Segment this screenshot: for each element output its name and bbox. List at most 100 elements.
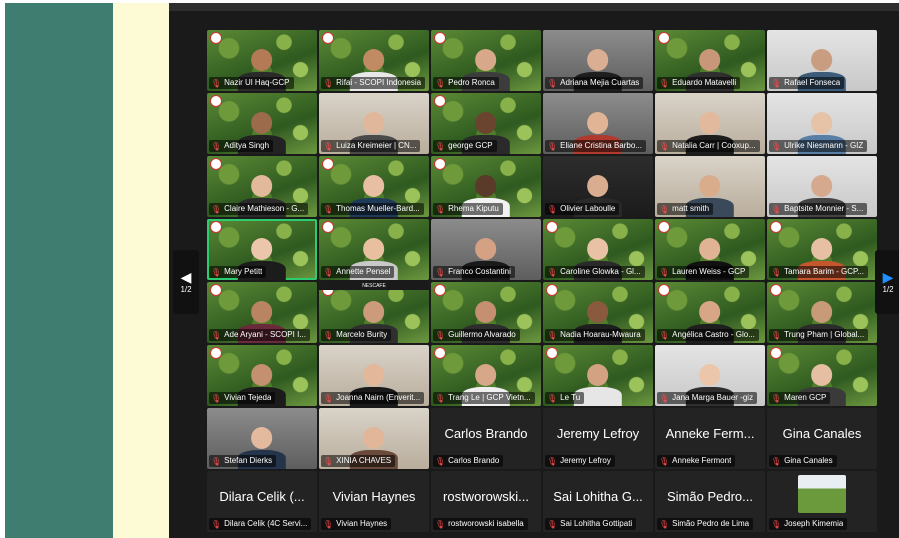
participant-tile[interactable]: 🎙 Natalia Carr | Cooxup...: [655, 93, 765, 154]
participant-name: Nadia Hoarau-Mwaura: [560, 330, 641, 339]
participant-tile[interactable]: 🎙 Pedro Ronca: [431, 30, 541, 91]
participant-tile[interactable]: 🎙 george GCP: [431, 93, 541, 154]
previous-page-button[interactable]: ◀ 1/2: [173, 250, 199, 314]
participant-tile[interactable]: 🎙 Baptsite Monnier - S...: [767, 156, 877, 217]
muted-mic-icon: 🎙: [323, 393, 334, 403]
left-cream-panel: [113, 3, 169, 538]
participant-tile[interactable]: 🎙 Vivian Tejeda: [207, 345, 317, 406]
participant-tile[interactable]: 🎙 Ulrike Niesmann - GIZ: [767, 93, 877, 154]
next-page-button[interactable]: ▶ 1/2: [875, 250, 899, 314]
participant-tile[interactable]: 🎙 Eduardo Matavelli: [655, 30, 765, 91]
participant-tile[interactable]: Jeremy Lefroy 🎙 Jeremy Lefroy: [543, 408, 653, 469]
participant-name-tag: 🎙 Vivian Haynes: [321, 518, 392, 530]
participant-tile[interactable]: 🎙 Rifai - SCOPI Indonesia: [319, 30, 429, 91]
participant-name-tag: 🎙 Nazir Ul Haq-GCP: [209, 77, 294, 89]
participant-tile[interactable]: 🎙 Nazir Ul Haq-GCP: [207, 30, 317, 91]
participant-tile[interactable]: 🎙 Mary Petitt: [207, 219, 317, 280]
participant-tile[interactable]: 🎙 Thomas Mueller-Bard...: [319, 156, 429, 217]
muted-mic-icon: 🎙: [323, 78, 334, 88]
muted-mic-icon: 🎙: [211, 78, 222, 88]
participant-tile[interactable]: Gina Canales 🎙 Gina Canales: [767, 408, 877, 469]
muted-mic-icon: 🎙: [547, 393, 558, 403]
participant-tile[interactable]: 🎙 matt smith: [655, 156, 765, 217]
participant-tile[interactable]: Vivian Haynes 🎙 Vivian Haynes: [319, 471, 429, 532]
participant-tile[interactable]: 🎙 Adriana Mejia Cuartas: [543, 30, 653, 91]
participant-tile[interactable]: 🎙 Joseph Kimemia: [767, 471, 877, 532]
participant-name-tag: 🎙 george GCP: [433, 140, 497, 152]
participant-tile[interactable]: Simão Pedro... 🎙 Simão Pedro de Lima: [655, 471, 765, 532]
coffee-logo-icon: [546, 347, 558, 359]
muted-mic-icon: 🎙: [211, 204, 222, 214]
participant-tile[interactable]: Carlos Brando 🎙 Carlos Brando: [431, 408, 541, 469]
participant-tile[interactable]: 🎙 Claire Mathieson - G...: [207, 156, 317, 217]
participant-tile[interactable]: 🎙 Franco Costantini: [431, 219, 541, 280]
participant-name: Jana Marga Bauer -giz: [672, 393, 754, 402]
participant-name: Natalia Carr | Cooxup...: [672, 141, 756, 150]
participant-name: Franco Costantini: [448, 267, 511, 276]
participant-tile[interactable]: 🎙 Le Tu: [543, 345, 653, 406]
participant-tile[interactable]: 🎙 Trung Pham | Global...: [767, 282, 877, 343]
participant-name: Claire Mathieson - G...: [224, 204, 305, 213]
participant-name: Rafael Fonseca: [784, 78, 841, 87]
participant-name: Thomas Mueller-Bard...: [336, 204, 420, 213]
participant-tile[interactable]: 🎙 Maren GCP: [767, 345, 877, 406]
muted-mic-icon: 🎙: [771, 393, 782, 403]
participant-tile[interactable]: 🎙 Nadia Hoarau-Mwaura: [543, 282, 653, 343]
participant-name: Trung Pham | Global...: [784, 330, 865, 339]
participant-name-tag: 🎙 Maren GCP: [769, 392, 831, 404]
chevron-left-icon: ◀: [180, 269, 192, 285]
participant-name: Angélica Castro - Glo...: [672, 330, 755, 339]
muted-mic-icon: 🎙: [771, 141, 782, 151]
participant-name-tag: 🎙 Stefan Dierks: [209, 455, 277, 467]
participant-tile[interactable]: 🎙 Caroline Glowka - Gl...: [543, 219, 653, 280]
participant-tile[interactable]: Anneke Ferm... 🎙 Anneke Fermont: [655, 408, 765, 469]
participant-name: matt smith: [672, 204, 710, 213]
participant-name: Le Tu: [560, 393, 581, 402]
participant-name-tag: 🎙 Adriana Mejia Cuartas: [545, 77, 644, 89]
muted-mic-icon: 🎙: [659, 141, 670, 151]
participant-tile[interactable]: 🎙 Aditya Singh: [207, 93, 317, 154]
participant-name-tag: 🎙 Marcelo Burity: [321, 329, 392, 341]
coffee-logo-icon: [546, 284, 558, 296]
participant-tile[interactable]: rostworowski... 🎙 rostworowski isabella: [431, 471, 541, 532]
coffee-logo-icon: [546, 221, 558, 233]
participant-tile[interactable]: 🎙 Tamara Barim - GCP...: [767, 219, 877, 280]
muted-mic-icon: 🎙: [435, 204, 446, 214]
participant-tile[interactable]: 🎙 Guillermo Alvarado: [431, 282, 541, 343]
participant-display-name: Dilara Celik (...: [219, 489, 305, 504]
muted-mic-icon: 🎙: [771, 330, 782, 340]
participant-name: Pedro Ronca: [448, 78, 495, 87]
participant-tile[interactable]: 🎙 Rafael Fonseca: [767, 30, 877, 91]
participant-name: Dilara Celik (4C Servi...: [224, 519, 308, 528]
chevron-right-icon: ▶: [882, 269, 894, 285]
participant-tile[interactable]: Sai Lohitha G... 🎙 Sai Lohitha Gottipati: [543, 471, 653, 532]
participant-tile[interactable]: 🎙 Olivier Laboulle: [543, 156, 653, 217]
participant-tile[interactable]: 🎙 Stefan Dierks: [207, 408, 317, 469]
muted-mic-icon: 🎙: [435, 267, 446, 277]
participant-tile[interactable]: 🎙 XINIA CHAVES: [319, 408, 429, 469]
participant-name-tag: 🎙 Franco Costantini: [433, 266, 515, 278]
participant-name-tag: 🎙 Luiza Kreimeier | CN...: [321, 140, 421, 152]
participant-tile[interactable]: 🎙 Rhema Kiputu: [431, 156, 541, 217]
participant-name-tag: 🎙 Baptsite Monnier - S...: [769, 203, 868, 215]
muted-mic-icon: 🎙: [435, 141, 446, 151]
participant-tile[interactable]: 🎙 Jana Marga Bauer -giz: [655, 345, 765, 406]
participant-tile[interactable]: 🎙 Eliane Cristina Barbo...: [543, 93, 653, 154]
participant-tile[interactable]: Dilara Celik (... 🎙 Dilara Celik (4C Servi…: [207, 471, 317, 532]
muted-mic-icon: 🎙: [323, 267, 334, 277]
participant-tile[interactable]: 🎙 Trang Le | GCP Vietn...: [431, 345, 541, 406]
participant-tile[interactable]: 🎙 Luiza Kreimeier | CN...: [319, 93, 429, 154]
muted-mic-icon: 🎙: [323, 204, 334, 214]
participant-tile[interactable]: 🎙 Annette Pensel: [319, 219, 429, 280]
muted-mic-icon: 🎙: [211, 141, 222, 151]
participant-tile[interactable]: 🎙 Joanna Nairn (Enverit...: [319, 345, 429, 406]
participant-tile[interactable]: NESCAFE 🎙 Marcelo Burity: [319, 282, 429, 343]
meeting-window: 🎙 Nazir Ul Haq-GCP 🎙 Rifai - SCOPI Indonesi…: [169, 3, 899, 538]
participant-tile[interactable]: 🎙 Ade Aryani - SCOPI I...: [207, 282, 317, 343]
participant-tile[interactable]: 🎙 Angélica Castro - Glo...: [655, 282, 765, 343]
participant-name-tag: 🎙 Angélica Castro - Glo...: [657, 329, 759, 341]
participant-name: Joanna Nairn (Enverit...: [336, 393, 421, 402]
participant-name-tag: 🎙 Annette Pensel: [321, 266, 395, 278]
coffee-logo-icon: [210, 221, 222, 233]
participant-tile[interactable]: 🎙 Lauren Weiss - GCP: [655, 219, 765, 280]
